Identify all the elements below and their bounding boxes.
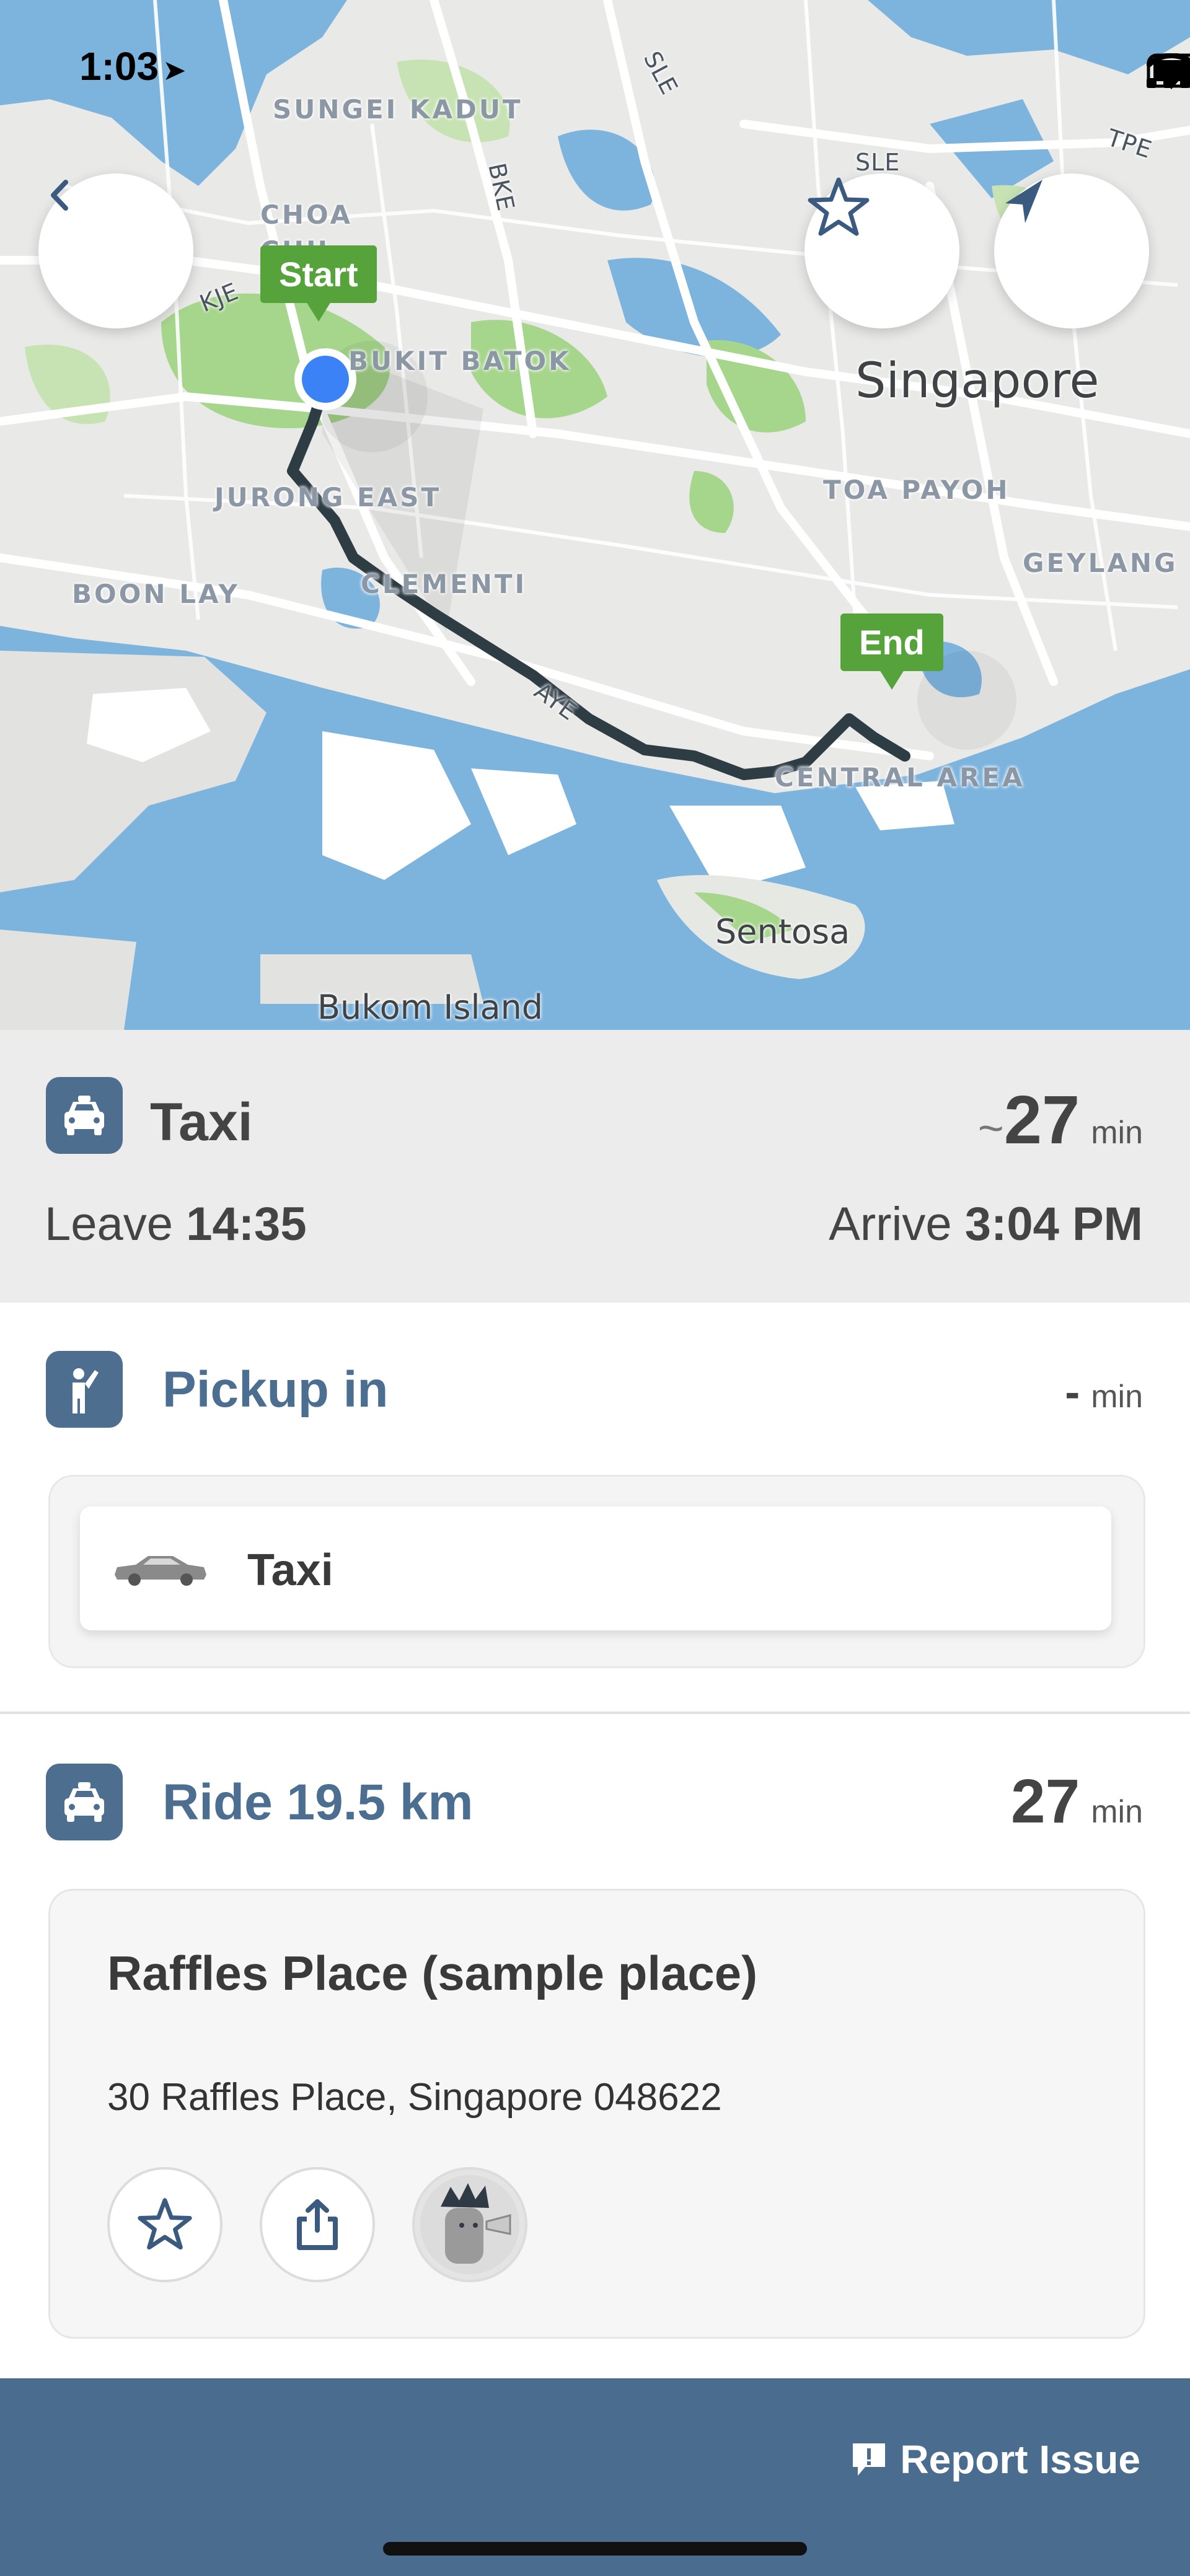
duration-value: 27	[1003, 1082, 1080, 1158]
leave-label: Leave	[45, 1198, 174, 1251]
car-icon	[115, 1556, 206, 1586]
pickup-icon	[46, 1351, 123, 1428]
start-flag[interactable]: Start	[260, 245, 377, 322]
status-time: 1:03 ➤	[79, 43, 187, 89]
star-icon	[138, 2198, 192, 2250]
footer-bar: Report Issue	[0, 2378, 1190, 2576]
pickup-option-label: Taxi	[247, 1545, 333, 1595]
mascot-icon	[420, 2175, 519, 2274]
arrive-label: Arrive	[829, 1198, 952, 1251]
share-place-button[interactable]	[260, 2167, 375, 2282]
pickup-title: Pickup in	[162, 1361, 389, 1418]
ride-title: Ride 19.5 km	[162, 1774, 474, 1831]
star-icon	[808, 177, 870, 236]
home-indicator[interactable]	[383, 2542, 807, 2556]
leave-time: Leave 14:35	[45, 1197, 307, 1251]
ride-duration-unit: min	[1091, 1794, 1143, 1830]
battery-icon	[1147, 53, 1190, 88]
taxi-mode-icon	[46, 1077, 123, 1154]
taxi-icon	[64, 1096, 104, 1135]
map-label-bukit-batok: BUKIT BATOK	[348, 346, 571, 376]
chevron-left-icon	[51, 180, 68, 211]
map-label-sentosa: Sentosa	[715, 912, 850, 951]
save-place-button[interactable]	[107, 2167, 223, 2282]
pickup-option-taxi[interactable]: Taxi	[80, 1506, 1111, 1630]
section-divider	[0, 1712, 1190, 1714]
destination-card[interactable]: Raffles Place (sample place) 30 Raffles …	[48, 1889, 1145, 2339]
recenter-button[interactable]	[994, 174, 1149, 328]
map-label-clementi: CLEMENTI	[361, 569, 527, 599]
map-label-central-area: CENTRAL AREA	[775, 762, 1025, 793]
favorite-button[interactable]	[804, 174, 959, 328]
leave-value: 14:35	[186, 1198, 307, 1251]
map-canvas	[0, 0, 1190, 1030]
route-map[interactable]: SUNGEI KADUT CHOA CHU KANG BUKIT BATOK S…	[0, 0, 1190, 1030]
location-arrow-icon: ➤	[162, 54, 187, 86]
total-duration: ~27 min	[978, 1081, 1143, 1159]
ride-duration-value: 27	[1010, 1767, 1080, 1836]
place-address: 30 Raffles Place, Singapore 048622	[107, 2076, 722, 2119]
approx-sign: ~	[977, 1104, 1004, 1153]
share-icon	[297, 2199, 338, 2250]
navigation-arrow-icon	[1005, 180, 1042, 223]
map-label-boon-lay: BOON LAY	[72, 579, 240, 609]
report-bubble-icon	[853, 2443, 886, 2476]
hail-person-icon	[73, 1368, 99, 1413]
arrive-time: Arrive 3:04 PM	[829, 1197, 1143, 1251]
pickup-duration-unit: min	[1091, 1379, 1143, 1415]
trip-summary: Taxi ~27 min Leave 14:35 Arrive 3:04 PM	[0, 1030, 1190, 1303]
ride-mode-icon	[46, 1764, 123, 1840]
map-label-toa-payoh: TOA PAYOH	[823, 475, 1010, 505]
pickup-duration-value: -	[1065, 1368, 1080, 1417]
screen: SUNGEI KADUT CHOA CHU KANG BUKIT BATOK S…	[0, 0, 1190, 2576]
pickup-options: Taxi	[48, 1475, 1145, 1668]
map-label-jurong-east: JURONG EAST	[214, 482, 442, 512]
ride-duration: 27 min	[1011, 1766, 1143, 1837]
end-flag[interactable]: End	[840, 613, 943, 690]
mode-title: Taxi	[150, 1092, 253, 1152]
report-issue-button[interactable]: Report Issue	[849, 2437, 1140, 2482]
mascot-button[interactable]	[412, 2167, 527, 2282]
map-label-bukom-island: Bukom Island	[317, 988, 544, 1027]
duration-unit: min	[1091, 1115, 1143, 1151]
place-name: Raffles Place (sample place)	[107, 1946, 758, 2000]
map-label-singapore: Singapore	[855, 353, 1100, 409]
road-label-sle-2: SLE	[855, 149, 901, 176]
arrive-value: 3:04 PM	[964, 1198, 1143, 1251]
back-button[interactable]	[38, 174, 193, 328]
map-label-geylang: GEYLANG	[1023, 548, 1178, 578]
taxi-icon	[64, 1782, 104, 1822]
map-label-sungei-kadut: SUNGEI KADUT	[273, 94, 523, 125]
status-time-text: 1:03	[79, 44, 159, 89]
report-issue-label: Report Issue	[900, 2437, 1140, 2482]
pickup-duration: - min	[1065, 1367, 1143, 1418]
